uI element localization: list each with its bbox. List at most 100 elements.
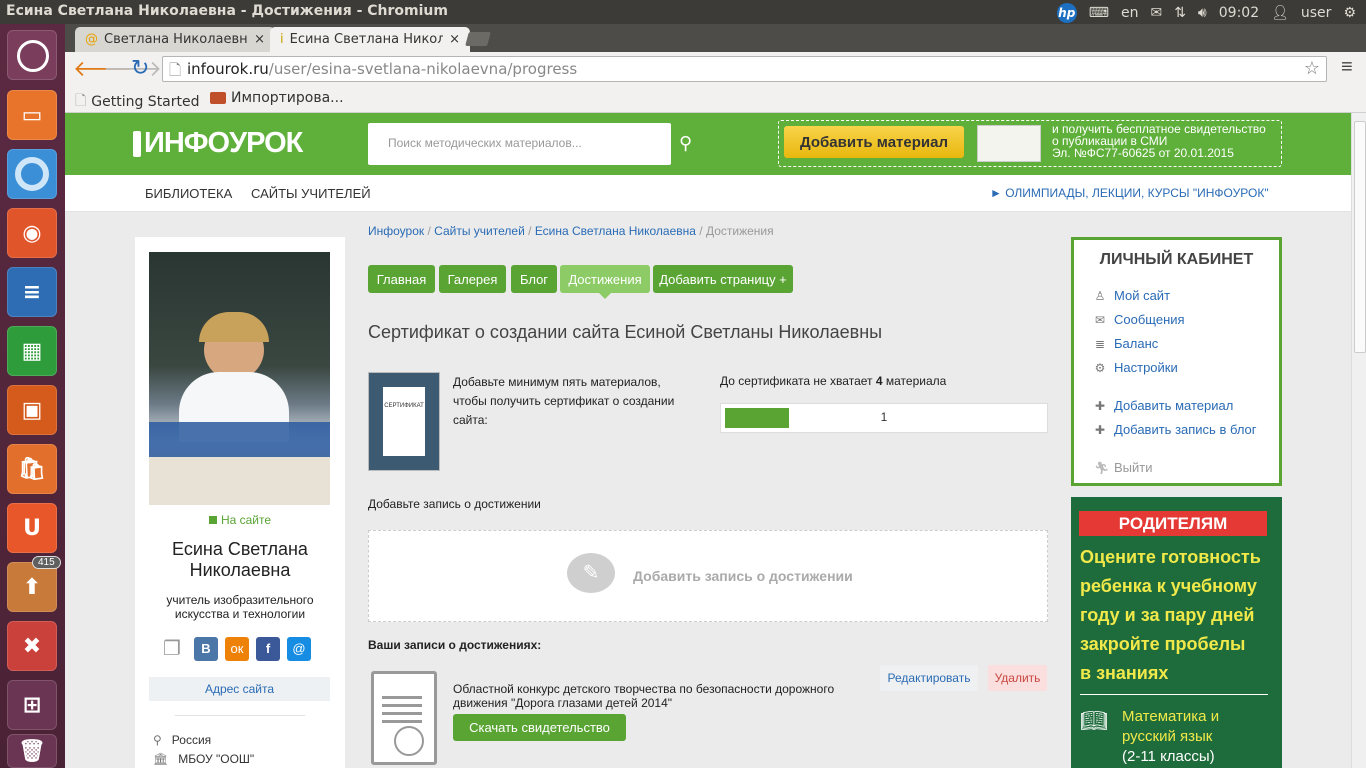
tab-gallery[interactable]: Галерея xyxy=(439,265,506,293)
add-material-button[interactable]: Добавить материал xyxy=(784,126,964,158)
keyboard-icon[interactable]: ⌨ xyxy=(1089,5,1109,21)
firefox-icon[interactable]: ◉ xyxy=(7,208,57,258)
facebook-icon[interactable]: f xyxy=(256,637,280,661)
missing-count: 4 xyxy=(875,374,883,388)
mail-ru-icon[interactable]: @ xyxy=(287,637,311,661)
logout-link[interactable]: 🏃︎ Выйти xyxy=(1094,460,1153,475)
add-achievement-prompt: Добавьте запись о достижении xyxy=(368,497,541,511)
tab-2[interactable]: ⅰ Есина Светлана Николае × xyxy=(270,27,470,52)
bookmark-getting-started[interactable]: 🗋 Getting Started xyxy=(75,90,200,114)
search-icon[interactable]: ⚲ xyxy=(679,133,692,154)
plus-icon: ✚ xyxy=(1094,398,1106,413)
ad-banner[interactable]: РОДИТЕЛЯМ Оцените готовность ребенка к у… xyxy=(1071,497,1282,768)
mail-icon[interactable]: ✉ xyxy=(1150,5,1162,21)
ad-line2: ребенка к учебному xyxy=(1080,576,1257,596)
user-icon[interactable]: 👤︎ xyxy=(1271,5,1289,21)
odnoklassniki-icon[interactable]: ок xyxy=(225,637,249,661)
location-icon: ⚲ xyxy=(153,733,162,747)
ad-subject-line1: Математика и xyxy=(1122,708,1220,725)
envelope-icon: ✉ xyxy=(1094,312,1106,327)
network-icon[interactable]: ⇅ xyxy=(1174,5,1186,21)
hp-icon[interactable]: hp xyxy=(1056,3,1077,23)
writer-icon[interactable]: ≡ xyxy=(7,267,57,317)
page-scrollbar[interactable] xyxy=(1351,113,1366,768)
add-achievement-dropzone[interactable]: ✎ Добавить запись о достижении xyxy=(368,530,1048,622)
dash-home-icon[interactable] xyxy=(7,30,57,80)
download-certificate-button[interactable]: Скачать свидетельство xyxy=(453,714,626,741)
unity-launcher: ▭ ◉ ≡ ▦ ▣ 🛍︎ U ⬆ 415 ✖ ⊞ 🗑︎ xyxy=(0,24,65,768)
tab-main[interactable]: Главная xyxy=(368,265,435,293)
site-address-button[interactable]: Адрес сайта xyxy=(149,677,330,701)
menu-icon[interactable]: ≡ xyxy=(1341,56,1353,79)
settings-link[interactable]: ⚙ Настройки xyxy=(1094,360,1178,375)
new-tab-button[interactable] xyxy=(465,32,491,46)
tab-blog[interactable]: Блог xyxy=(511,265,557,293)
bookmark-label: Импортирова... xyxy=(231,90,344,106)
reload-icon[interactable]: ↻ xyxy=(131,55,149,81)
web-page: ИНФО УРОК Поиск методических материалов..… xyxy=(65,113,1351,768)
bookmark-folder-imported[interactable]: Импортирова... xyxy=(210,90,344,106)
url-host: infourok.ru xyxy=(187,60,269,78)
system-top-bar: Есина Светлана Николаевна - Достижения -… xyxy=(0,0,1366,24)
messages-link[interactable]: ✉ Сообщения xyxy=(1094,312,1185,327)
balance-link[interactable]: ≣ Баланс xyxy=(1094,336,1158,351)
ubuntu-one-icon[interactable]: U xyxy=(7,503,57,553)
address-bar[interactable]: 🗋 infourok.ru/user/esina-svetlana-nikola… xyxy=(162,56,1327,82)
tab-title: Светлана Николаевна, м xyxy=(104,32,248,47)
bookmark-star-icon[interactable]: ☆ xyxy=(1304,58,1320,79)
volume-icon[interactable]: 🔊︎ xyxy=(1198,5,1207,21)
site-logo[interactable]: ИНФО УРОК xyxy=(133,127,303,160)
window-title: Есина Светлана Николаевна - Достижения -… xyxy=(6,3,448,19)
profile-role-line1: учитель изобразительного xyxy=(166,593,314,607)
system-settings-icon[interactable]: ✖ xyxy=(7,621,57,671)
breadcrumb-link[interactable]: Инфоурок xyxy=(368,224,424,238)
nav-library[interactable]: БИБЛИОТЕКА xyxy=(145,186,232,201)
software-center-icon[interactable]: 🛍︎ xyxy=(7,444,57,494)
cabinet-title: ЛИЧНЫЙ КАБИНЕТ xyxy=(1099,251,1254,268)
nav-olympiads[interactable]: ► ОЛИМПИАДЫ, ЛЕКЦИИ, КУРСЫ "ИНФОУРОК" xyxy=(990,186,1269,200)
vk-icon[interactable]: B xyxy=(194,637,218,661)
clock[interactable]: 09:02 xyxy=(1219,5,1259,21)
my-site-link[interactable]: ♙ Мой сайт xyxy=(1094,288,1170,303)
trash-icon[interactable]: 🗑︎ xyxy=(7,734,57,768)
record-delete-button[interactable]: Удалить xyxy=(988,665,1047,691)
add-material-promo: Добавить материал и получить бесплатное … xyxy=(778,120,1282,167)
update-count-badge: 415 xyxy=(32,556,61,569)
missing-materials: До сертификата не хватает 4 материала xyxy=(720,374,947,388)
record-title-line1: Областной конкурс детского творчества по… xyxy=(453,682,835,696)
search-input[interactable]: Поиск методических материалов... xyxy=(368,123,671,165)
chromium-icon[interactable] xyxy=(7,149,57,199)
add-blog-link[interactable]: ✚ Добавить запись в блог xyxy=(1094,422,1257,437)
your-records-heading: Ваши записи о достижениях: xyxy=(368,638,542,652)
add-achievement-button[interactable]: Добавить запись о достижении xyxy=(633,568,853,584)
tab-1[interactable]: @ Светлана Николаевна, м × xyxy=(75,27,275,52)
files-icon[interactable]: ▭ xyxy=(7,90,57,140)
close-icon[interactable]: × xyxy=(254,32,265,47)
certificate-thumbnail xyxy=(977,125,1041,162)
breadcrumb-link[interactable]: Сайты учителей xyxy=(434,224,525,238)
calc-icon[interactable]: ▦ xyxy=(7,326,57,376)
impress-icon[interactable]: ▣ xyxy=(7,385,57,435)
personal-cabinet: ЛИЧНЫЙ КАБИНЕТ ♙ Мой сайт ✉ Сообщения ≣ Бал… xyxy=(1071,237,1282,486)
scrollbar-thumb[interactable] xyxy=(1354,121,1366,353)
promo-text-3: Эл. №ФС77-60625 от 20.01.2015 xyxy=(1052,146,1234,160)
tab-add-page[interactable]: Добавить страницу + xyxy=(653,265,793,293)
book-icon: 📖︎ xyxy=(1080,708,1108,733)
settings-gear-icon[interactable]: ⚙ xyxy=(1343,5,1356,21)
tab-achievements[interactable]: Достижения xyxy=(560,265,650,293)
nav-teacher-sites[interactable]: САЙТЫ УЧИТЕЛЕЙ xyxy=(251,186,371,201)
school-icon: 🏛︎ xyxy=(153,752,169,766)
browser-tab-strip: @ Светлана Николаевна, м × ⅰ Есина Светл… xyxy=(65,24,1366,52)
breadcrumb-link[interactable]: Есина Светлана Николаевна xyxy=(535,224,696,238)
close-icon[interactable]: × xyxy=(449,32,460,47)
certificate-image-label: СЕРТИФИКАТ xyxy=(384,403,424,409)
user-name[interactable]: user xyxy=(1301,5,1332,21)
update-manager-icon[interactable]: ⬆ 415 xyxy=(7,556,61,612)
add-material-link[interactable]: ✚ Добавить материал xyxy=(1094,398,1233,413)
folder-icon xyxy=(210,92,226,104)
keyboard-layout[interactable]: en xyxy=(1121,5,1139,21)
copy-icon[interactable]: ❐ xyxy=(163,637,187,661)
workspace-switcher-icon[interactable]: ⊞ xyxy=(7,680,57,730)
record-edit-button[interactable]: Редактировать xyxy=(880,665,978,691)
gear-icon: ⚙ xyxy=(1094,360,1106,375)
